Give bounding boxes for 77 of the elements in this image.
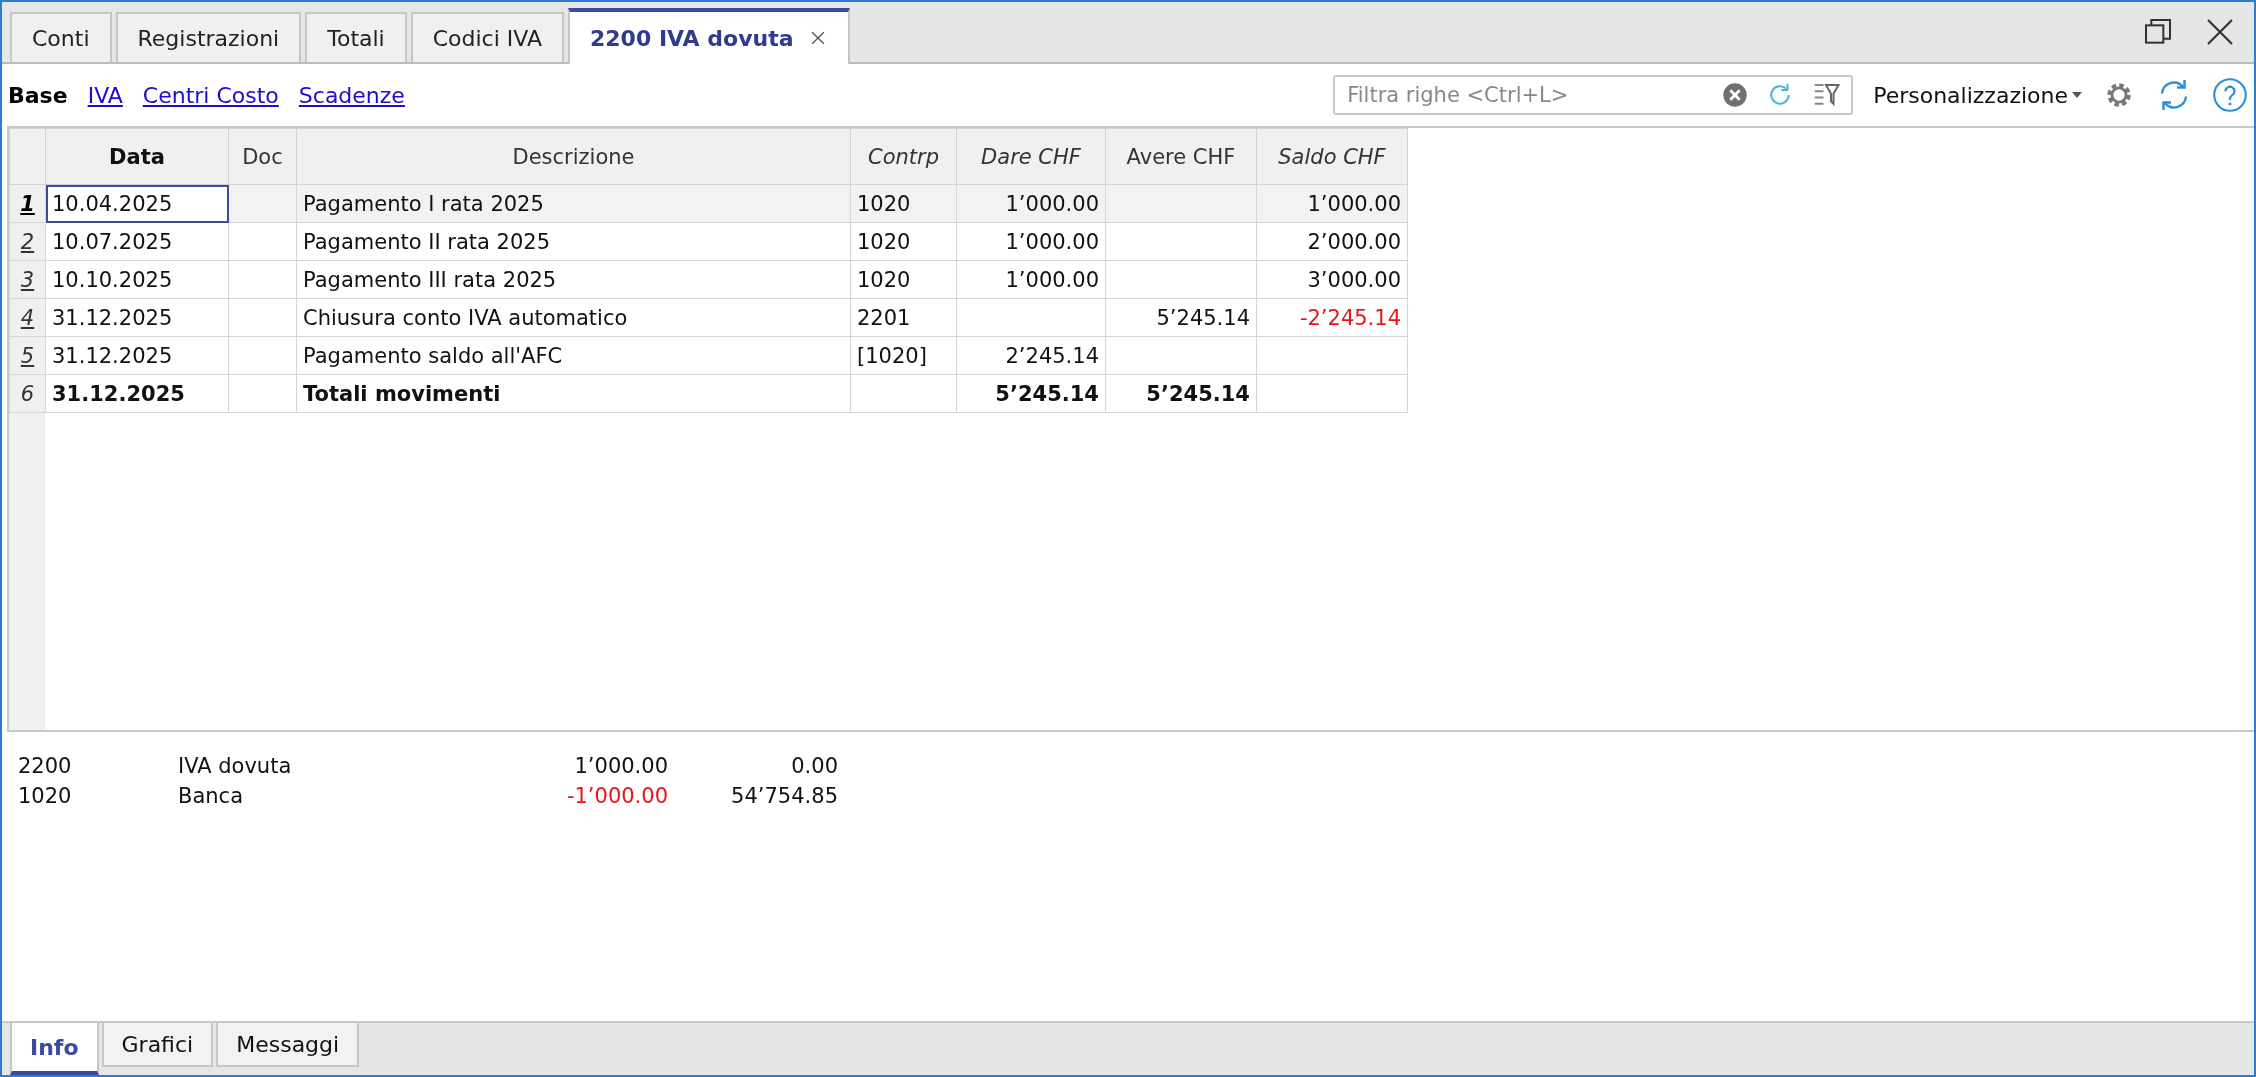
table-cell: 31.12.2025 bbox=[45, 336, 229, 375]
table-cell: 5’245.14 bbox=[1105, 298, 1257, 337]
tab-label[interactable]: 2200 IVA dovuta bbox=[590, 25, 794, 51]
tab-label[interactable]: Registrazioni bbox=[137, 25, 280, 51]
table-cell: 10.10.2025 bbox=[45, 260, 229, 299]
table-cell: Chiusura conto IVA automatico bbox=[296, 298, 851, 337]
table-cell: 2201 bbox=[850, 298, 957, 337]
table-cell: 1020 bbox=[850, 260, 957, 299]
column-header[interactable]: Saldo CHF bbox=[1256, 128, 1408, 185]
table-cell bbox=[228, 260, 297, 299]
view-link[interactable]: Base bbox=[8, 82, 68, 108]
table-cell: 1’000.00 bbox=[956, 222, 1106, 261]
column-header[interactable]: Data bbox=[45, 128, 229, 185]
tab[interactable]: 2200 IVA dovuta bbox=[568, 8, 850, 64]
account-balance: 54’754.85 bbox=[730, 784, 838, 808]
table-cell: 3’000.00 bbox=[1256, 260, 1408, 299]
column-header[interactable]: Descrizione bbox=[296, 128, 851, 185]
column-header[interactable]: Doc bbox=[228, 128, 297, 185]
row-number: 1 bbox=[9, 184, 46, 223]
table-cell: 1020 bbox=[850, 184, 957, 223]
customize-menu[interactable]: Personalizzazione bbox=[1873, 82, 2082, 108]
account-name: Banca bbox=[178, 784, 244, 808]
table-cell: 31.12.2025 bbox=[45, 298, 229, 337]
tab[interactable]: Codici IVA bbox=[410, 12, 564, 62]
table-cell: 31.12.2025 bbox=[45, 374, 229, 413]
column-header[interactable]: Contrp bbox=[850, 128, 957, 185]
clear-icon[interactable] bbox=[1721, 81, 1750, 109]
tab[interactable]: Registrazioni bbox=[115, 12, 302, 62]
table-cell: 5’245.14 bbox=[956, 374, 1106, 413]
table-cell: 2’000.00 bbox=[1256, 222, 1408, 261]
table-cell: Pagamento saldo all'AFC bbox=[296, 336, 851, 375]
table-cell: 1’000.00 bbox=[956, 260, 1106, 299]
tab-label[interactable]: Totali bbox=[327, 25, 385, 51]
help-icon[interactable] bbox=[2212, 77, 2248, 113]
caret-icon[interactable] bbox=[2072, 92, 2082, 98]
account-balance: 0.00 bbox=[790, 754, 838, 778]
row-number: 3 bbox=[9, 260, 46, 299]
row-number: 5 bbox=[9, 336, 46, 375]
table-cell bbox=[228, 374, 297, 413]
table-cell: 1’000.00 bbox=[956, 184, 1106, 223]
tab-label[interactable]: Codici IVA bbox=[432, 25, 542, 51]
table-cell: Pagamento II rata 2025 bbox=[296, 222, 851, 261]
table-cell: 10.07.2025 bbox=[45, 222, 229, 261]
table-cell: 10.04.2025 bbox=[45, 184, 229, 223]
account-name: IVA dovuta bbox=[178, 754, 293, 778]
table-cell: 1’000.00 bbox=[1256, 184, 1408, 223]
account-code: 2200 bbox=[18, 754, 73, 778]
view-link[interactable]: IVA bbox=[87, 82, 123, 108]
column-header[interactable]: Avere CHF bbox=[1105, 128, 1257, 185]
tab[interactable]: Totali bbox=[305, 12, 407, 62]
tab[interactable]: Conti bbox=[10, 12, 112, 62]
tab[interactable]: Info bbox=[10, 1023, 99, 1075]
row-number: 6 bbox=[9, 374, 46, 413]
filter-bar[interactable]: Filtra righe <Ctrl+L> bbox=[1333, 75, 1854, 115]
table-cell bbox=[228, 222, 297, 261]
table-cell: -2’245.14 bbox=[1256, 298, 1408, 337]
table-cell: Pagamento III rata 2025 bbox=[296, 260, 851, 299]
table-cell bbox=[228, 336, 297, 375]
row-number: 2 bbox=[9, 222, 46, 261]
table-cell: 1020 bbox=[850, 222, 957, 261]
view-link[interactable]: Centri Costo bbox=[142, 82, 279, 108]
table-cell: [1020] bbox=[850, 336, 957, 375]
view-link[interactable]: Scadenze bbox=[298, 82, 405, 108]
table-cell: 5’245.14 bbox=[1105, 374, 1257, 413]
account-amount: -1’000.00 bbox=[565, 784, 668, 808]
table-cell: Totali movimenti bbox=[296, 374, 851, 413]
table-cell: Pagamento I rata 2025 bbox=[296, 184, 851, 223]
tab-label[interactable]: Conti bbox=[32, 25, 90, 51]
account-amount: 1’000.00 bbox=[573, 754, 668, 778]
row-number: 4 bbox=[9, 298, 46, 337]
column-header[interactable]: Dare CHF bbox=[956, 128, 1106, 185]
tab[interactable]: Grafici bbox=[101, 1023, 214, 1067]
table-cell: 2’245.14 bbox=[956, 336, 1106, 375]
table-cell bbox=[228, 298, 297, 337]
table-cell bbox=[228, 184, 297, 223]
tab[interactable]: Messaggi bbox=[216, 1023, 360, 1067]
account-code: 1020 bbox=[18, 784, 73, 808]
